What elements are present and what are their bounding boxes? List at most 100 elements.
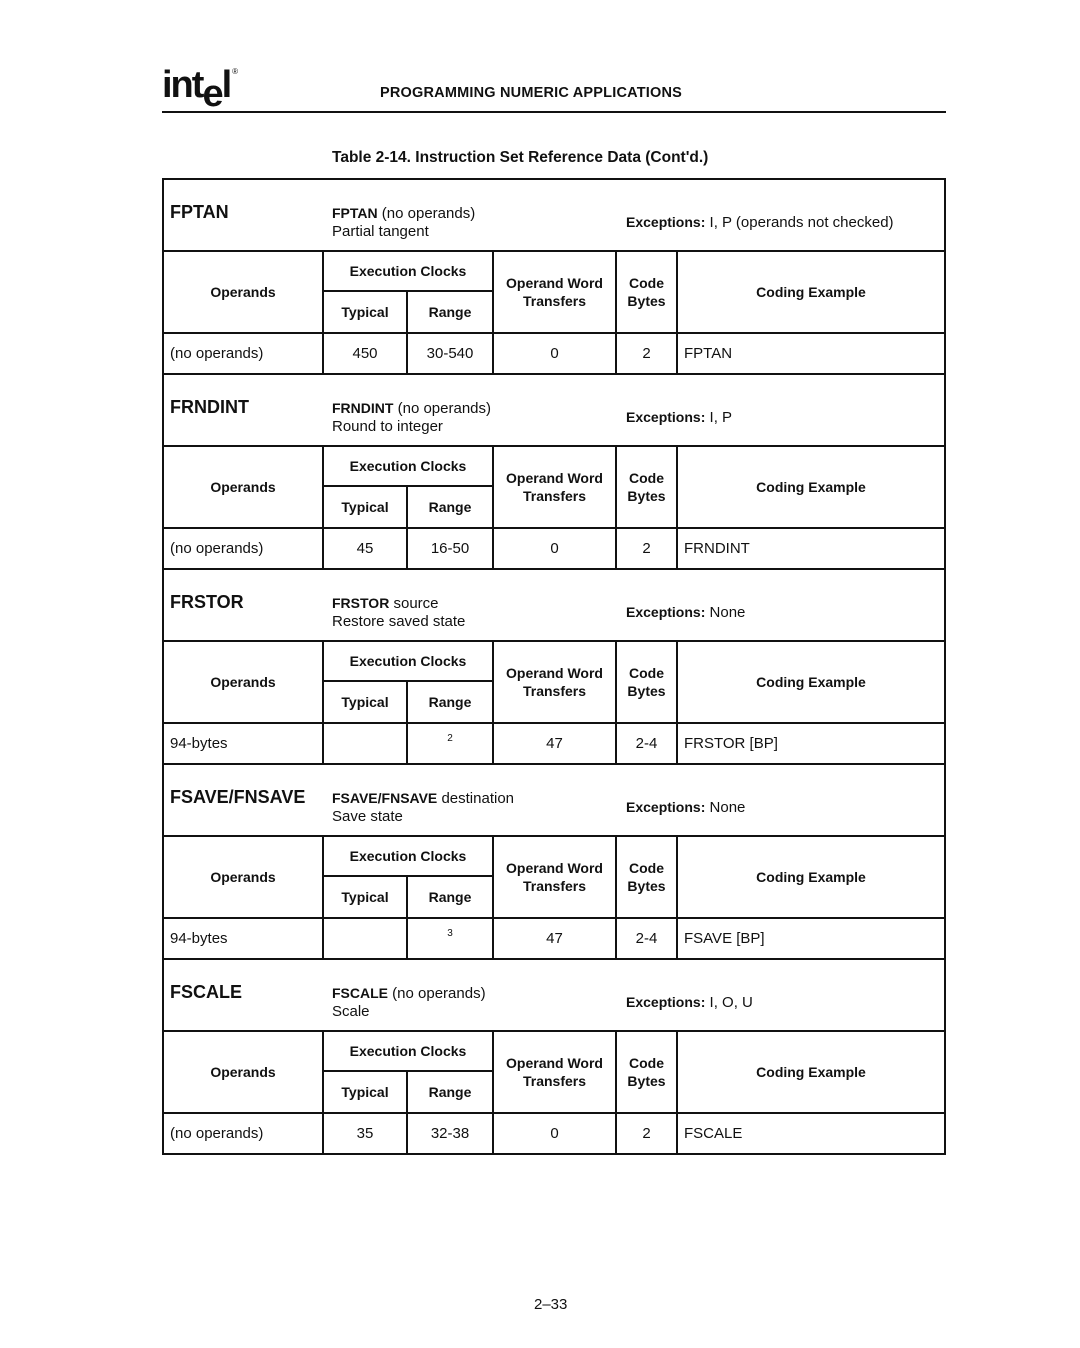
- header-rule: [162, 111, 946, 113]
- header-operand-word-transfers: Operand Word Transfers: [494, 642, 617, 722]
- exceptions: Exceptions: I, O, U: [626, 994, 753, 1011]
- logo-text: int: [162, 64, 204, 106]
- cell-operand-word-transfers: 0: [494, 332, 617, 373]
- header-coding-example: Coding Example: [756, 869, 866, 885]
- instruction-description: Round to integer: [332, 418, 443, 435]
- header-range: Range: [408, 292, 494, 332]
- header-execution-clocks: Execution Clocks: [324, 447, 494, 487]
- instruction-syntax: FSCALE (no operands) Scale: [332, 984, 486, 1021]
- header-owt-line1: Operand Word: [506, 665, 603, 681]
- instruction-syntax: FRSTOR source Restore saved state: [332, 594, 465, 631]
- header-code-bytes: Code Bytes: [617, 837, 678, 917]
- cell-operands: 94-bytes: [164, 722, 324, 763]
- syntax-operand: (no operands): [393, 400, 491, 417]
- instruction-data-grid: Operands Execution Clocks Typical Range Oper…: [164, 447, 944, 568]
- cell-code-bytes: 2-4: [617, 722, 678, 763]
- instruction-description: Save state: [332, 808, 403, 825]
- header-operand-word-transfers: Operand Word Transfers: [494, 252, 617, 332]
- instruction-data-grid: Operands Execution Clocks Typical Range Oper…: [164, 837, 944, 958]
- range-value: 32-38: [430, 1125, 470, 1142]
- cell-typical: 35: [324, 1112, 408, 1153]
- header-owt-line1: Operand Word: [506, 470, 603, 486]
- exceptions-value: I, P (operands not checked): [705, 214, 894, 231]
- header-typical: Typical: [324, 487, 408, 527]
- cell-code-bytes: 2: [617, 527, 678, 568]
- header-cb-line2: Bytes: [627, 878, 666, 894]
- cell-typical: [324, 722, 408, 763]
- header-typical: Typical: [324, 292, 408, 332]
- exceptions-label: Exceptions:: [626, 604, 706, 620]
- range-footnote: 3: [447, 928, 453, 939]
- header-range: Range: [408, 682, 494, 722]
- header-owt-line2: Transfers: [522, 293, 587, 309]
- header-code-bytes: Code Bytes: [617, 447, 678, 527]
- instruction-data-grid: Operands Execution Clocks Typical Range Oper…: [164, 1032, 944, 1153]
- cell-operands: (no operands): [164, 1112, 324, 1153]
- header-cb-line1: Code: [628, 275, 664, 291]
- cell-code-bytes: 2: [617, 1112, 678, 1153]
- header-code-bytes: Code Bytes: [617, 1032, 678, 1112]
- instruction-syntax: FRNDINT (no operands) Round to integer: [332, 399, 491, 436]
- header-operands: Operands: [164, 837, 324, 917]
- instruction-block: FRNDINT FRNDINT (no operands) Round to int…: [164, 375, 944, 570]
- instruction-description: Partial tangent: [332, 223, 429, 240]
- table-caption: Table 2-14. Instruction Set Reference Da…: [332, 149, 709, 166]
- range-value: 30-540: [426, 345, 474, 362]
- exceptions-value: None: [705, 799, 746, 816]
- instruction-data-grid: Operands Execution Clocks Typical Range Oper…: [164, 642, 944, 763]
- instruction-syntax: FPTAN (no operands) Partial tangent: [332, 204, 475, 241]
- header-owt-line1: Operand Word: [506, 275, 603, 291]
- header-owt-line2: Transfers: [522, 1073, 587, 1089]
- header-owt-line1: Operand Word: [506, 860, 603, 876]
- instruction-block: FSCALE FSCALE (no operands) Scale Exception…: [164, 960, 944, 1155]
- instruction-syntax: FSAVE/FNSAVE destination Save state: [332, 789, 514, 826]
- header-operands: Operands: [164, 1032, 324, 1112]
- cell-coding-example: FSAVE [BP]: [678, 917, 944, 958]
- instruction-name: FRNDINT: [170, 397, 249, 417]
- instruction-header: FRSTOR FRSTOR source Restore saved state Ex…: [164, 570, 944, 642]
- exceptions-label: Exceptions:: [626, 409, 706, 425]
- instruction-data-grid: Operands Execution Clocks Typical Range Oper…: [164, 252, 944, 373]
- range-footnote: 2: [447, 733, 453, 744]
- instruction-block: FSAVE/FNSAVE FSAVE/FNSAVE destination Save…: [164, 765, 944, 960]
- cell-typical: 45: [324, 527, 408, 568]
- instruction-name: FRSTOR: [170, 592, 244, 612]
- header-cb-line2: Bytes: [627, 488, 666, 504]
- instruction-block: FPTAN FPTAN (no operands) Partial tangent E…: [164, 180, 944, 375]
- syntax-mnemonic: FSCALE: [332, 985, 388, 1001]
- header-operand-word-transfers: Operand Word Transfers: [494, 1032, 617, 1112]
- exceptions-label: Exceptions:: [626, 799, 706, 815]
- syntax-mnemonic: FPTAN: [332, 205, 378, 221]
- cell-range: 30-540: [408, 332, 494, 373]
- header-code-bytes: Code Bytes: [617, 252, 678, 332]
- exceptions: Exceptions: None: [626, 799, 745, 816]
- page-number: 2–33: [534, 1296, 568, 1313]
- syntax-operand: destination: [437, 790, 515, 807]
- registered-mark: ®: [232, 67, 238, 76]
- header-cb-line1: Code: [628, 860, 664, 876]
- cell-typical: 450: [324, 332, 408, 373]
- header-execution-clocks: Execution Clocks: [324, 837, 494, 877]
- header-owt-line1: Operand Word: [506, 1055, 603, 1071]
- cell-coding-example: FRSTOR [BP]: [678, 722, 944, 763]
- cell-operand-word-transfers: 47: [494, 722, 617, 763]
- exceptions: Exceptions: I, P: [626, 409, 732, 426]
- header-execution-clocks: Execution Clocks: [324, 642, 494, 682]
- header-owt-line2: Transfers: [522, 488, 587, 504]
- header-cb-line2: Bytes: [627, 683, 666, 699]
- header-coding-example: Coding Example: [756, 479, 866, 495]
- header-operand-word-transfers: Operand Word Transfers: [494, 447, 617, 527]
- cell-code-bytes: 2: [617, 332, 678, 373]
- exceptions-label: Exceptions:: [626, 214, 706, 230]
- exceptions: Exceptions: None: [626, 604, 745, 621]
- header-range: Range: [408, 487, 494, 527]
- header-cb-line1: Code: [628, 665, 664, 681]
- cell-code-bytes: 2-4: [617, 917, 678, 958]
- header-owt-line2: Transfers: [522, 878, 587, 894]
- header-range: Range: [408, 1072, 494, 1112]
- exceptions-label: Exceptions:: [626, 994, 706, 1010]
- header-owt-line2: Transfers: [522, 683, 587, 699]
- cell-operand-word-transfers: 0: [494, 1112, 617, 1153]
- header-typical: Typical: [324, 877, 408, 917]
- header-cb-line1: Code: [628, 470, 664, 486]
